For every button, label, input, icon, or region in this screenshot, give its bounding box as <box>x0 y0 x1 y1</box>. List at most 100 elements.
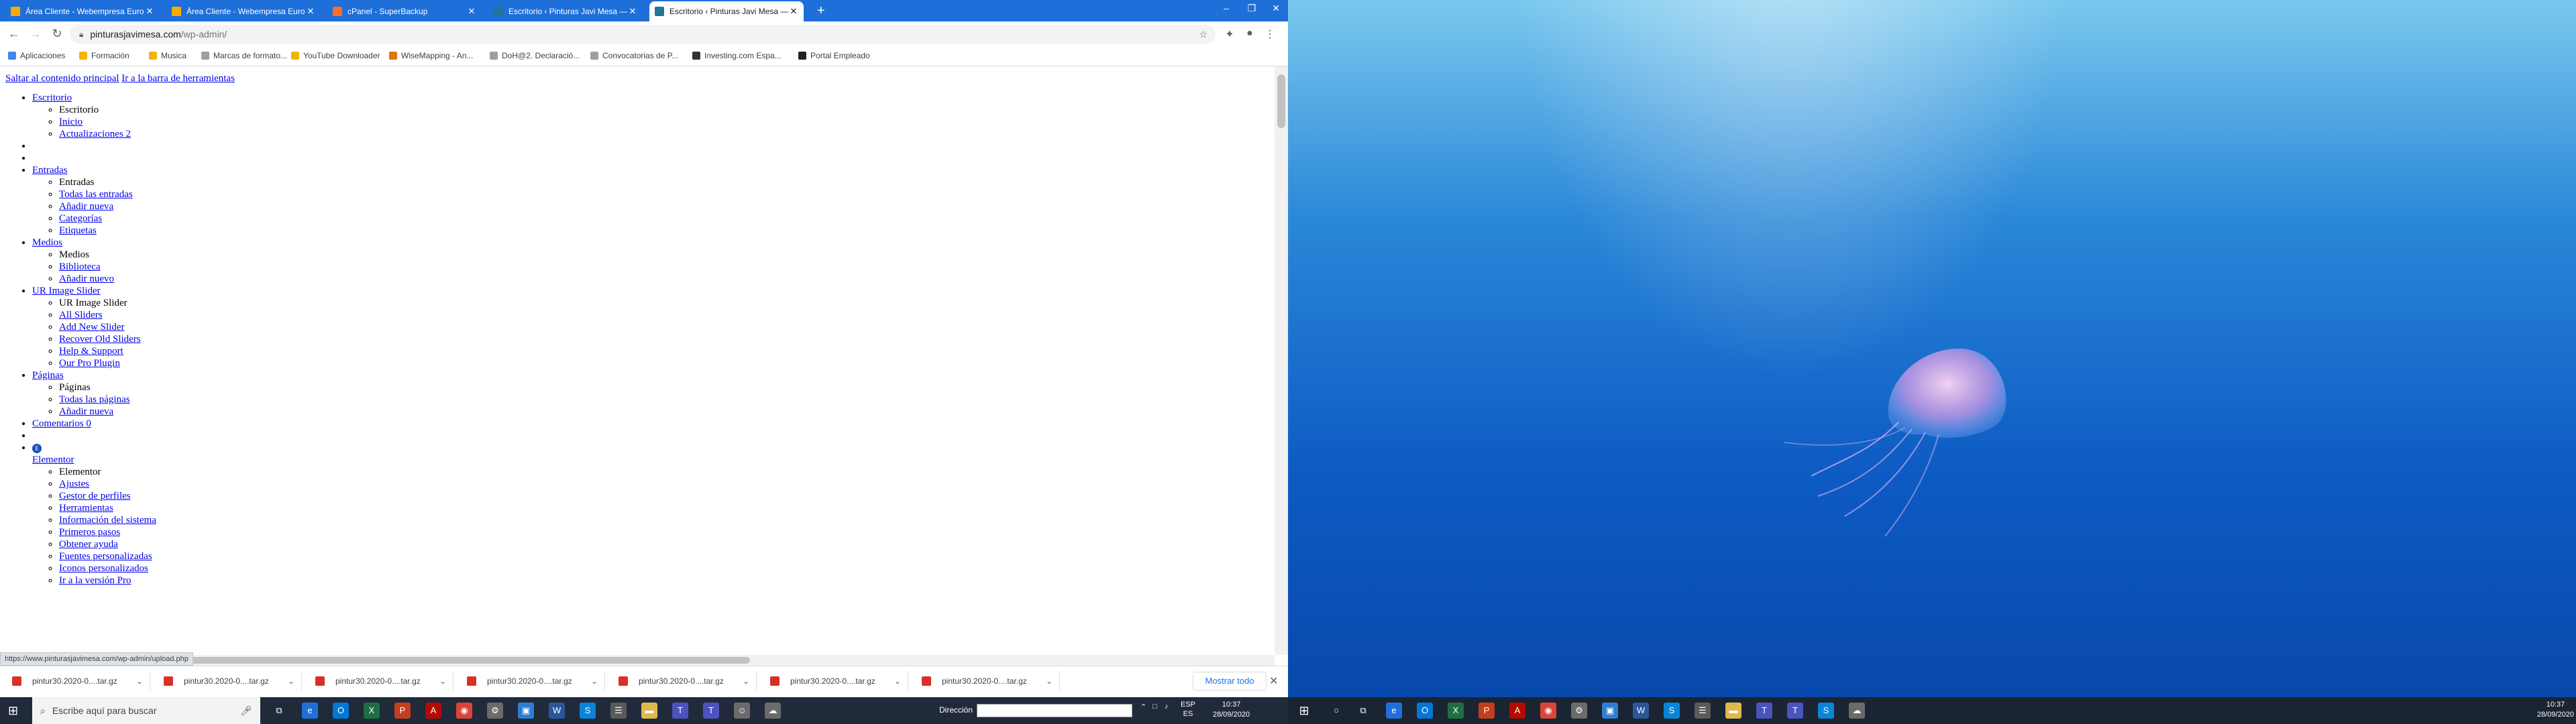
browser-tab[interactable]: Escritorio ‹ Pinturas Javi Mesa — ✕ <box>488 1 643 21</box>
admin-submenu-link[interactable]: Help & Support <box>59 346 123 357</box>
app-icon-1[interactable]: ⚙ <box>487 703 503 719</box>
address-bar[interactable]: 🔒︎ pinturasjavimesa.com/wp-admin/ ☆ <box>70 25 1216 44</box>
close-downloads-bar-icon[interactable]: ✕ <box>1269 674 1278 688</box>
admin-submenu-link[interactable]: Iconos personalizados <box>59 563 148 574</box>
admin-menu-link[interactable]: Comentarios 0 <box>32 418 91 429</box>
admin-submenu-link[interactable]: Categorías <box>59 213 102 224</box>
skype-icon-3[interactable]: S <box>1818 703 1834 719</box>
chevron-down-icon[interactable]: ⌄ <box>1039 676 1059 686</box>
search-icon-2[interactable]: ○ <box>1328 703 1344 719</box>
admin-submenu-link[interactable]: Herramientas <box>59 503 113 514</box>
menu-icon[interactable]: ⋮ <box>1263 27 1277 41</box>
bookmark-item[interactable]: Musica <box>149 51 186 60</box>
chevron-down-icon[interactable]: ⌄ <box>888 676 908 686</box>
excel-icon[interactable]: X <box>364 703 380 719</box>
skype-icon[interactable]: S <box>580 703 596 719</box>
admin-submenu-link[interactable]: Añadir nueva <box>59 406 113 417</box>
microphone-icon[interactable]: 🎤︎ <box>240 705 252 717</box>
browser-tab[interactable]: cPanel - SuperBackup ✕ <box>327 1 482 21</box>
app-icon-7[interactable]: ▣ <box>1602 703 1618 719</box>
teams-icon[interactable]: T <box>672 703 688 719</box>
bookmark-item[interactable]: Aplicaciones <box>8 51 65 60</box>
tray-chevron-icon[interactable]: ⌃ <box>1140 703 1146 711</box>
admin-submenu-link[interactable]: Añadir nueva <box>59 201 113 212</box>
teams-icon-3[interactable]: T <box>1756 703 1772 719</box>
download-item[interactable]: pintur30.2020-0....tar.gz ⌄ <box>609 672 757 690</box>
browser-tab[interactable]: Área Cliente - Webempresa Euro ✕ <box>5 1 160 21</box>
teams-icon-2[interactable]: T <box>703 703 719 719</box>
chevron-down-icon[interactable]: ⌄ <box>584 676 604 686</box>
vertical-scroll-thumb[interactable] <box>1277 74 1285 128</box>
teams-icon-4[interactable]: T <box>1787 703 1803 719</box>
taskbar-search-input[interactable]: ⌕ Escribe aquí para buscar 🎤︎ <box>32 697 260 724</box>
bookmark-item[interactable]: Formación <box>79 51 129 60</box>
admin-menu-link[interactable]: UR Image Slider <box>32 286 101 296</box>
admin-menu-link[interactable]: Escritorio <box>32 93 72 103</box>
download-item[interactable]: pintur30.2020-0....tar.gz ⌄ <box>154 672 302 690</box>
browser-tab[interactable]: Escritorio ‹ Pinturas Javi Mesa — ✕ <box>649 1 804 21</box>
file-explorer-icon-2[interactable]: ▬ <box>1725 703 1741 719</box>
app-icon-4[interactable]: ☺ <box>734 703 750 719</box>
bookmark-item[interactable]: Marcas de formato... <box>201 51 287 60</box>
bookmark-item[interactable]: Investing.com Espa... <box>692 51 782 60</box>
admin-submenu-link[interactable]: Fuentes personalizadas <box>59 551 152 562</box>
app-icon-2[interactable]: ▣ <box>518 703 534 719</box>
tab-close-icon[interactable]: ✕ <box>467 6 476 17</box>
admin-submenu-link[interactable]: Recover Old Sliders <box>59 334 141 345</box>
profile-icon[interactable]: ● <box>1242 27 1257 40</box>
admin-menu-link[interactable]: Páginas <box>32 370 64 381</box>
admin-submenu-link[interactable]: Gestor de perfiles <box>59 491 131 501</box>
bookmark-item[interactable]: YouTube Downloader <box>291 51 380 60</box>
powerpoint-icon[interactable]: P <box>394 703 411 719</box>
excel-icon-2[interactable]: X <box>1448 703 1464 719</box>
admin-submenu-link[interactable]: All Sliders <box>59 310 103 320</box>
taskbar-clock[interactable]: 10:37 28/09/2020 <box>1213 700 1250 720</box>
back-icon[interactable]: ← <box>7 27 21 41</box>
admin-submenu-link[interactable]: Todas las entradas <box>59 189 133 200</box>
admin-submenu-link[interactable]: Biblioteca <box>59 261 101 272</box>
bookmark-star-icon[interactable]: ☆ <box>1199 29 1208 40</box>
bookmark-item[interactable]: Portal Empleado <box>798 51 870 60</box>
task-view-icon-2[interactable]: ⧉ <box>1355 703 1371 719</box>
tab-close-icon[interactable]: ✕ <box>145 6 154 17</box>
tab-close-icon[interactable]: ✕ <box>789 6 798 17</box>
reload-icon[interactable]: ↻ <box>50 27 64 41</box>
tab-close-icon[interactable]: ✕ <box>628 6 637 17</box>
minimize-button[interactable]: – <box>1213 3 1240 13</box>
bookmark-item[interactable]: Convocatorias de P... <box>590 51 678 60</box>
acrobat-icon-2[interactable]: A <box>1509 703 1525 719</box>
vertical-scrollbar[interactable] <box>1275 66 1288 655</box>
address-toolbar-input[interactable] <box>977 704 1132 717</box>
chevron-down-icon[interactable]: ⌄ <box>736 676 756 686</box>
word-icon-2[interactable]: W <box>1633 703 1649 719</box>
skip-to-content-link[interactable]: Saltar al contenido principal <box>5 73 119 84</box>
powerpoint-icon-2[interactable]: P <box>1479 703 1495 719</box>
download-item[interactable]: pintur30.2020-0....tar.gz ⌄ <box>912 672 1060 690</box>
show-all-downloads-button[interactable]: Mostrar todo <box>1193 672 1267 690</box>
windows-start-icon[interactable]: ⊞ <box>8 704 18 718</box>
admin-submenu-link[interactable]: Actualizaciones 2 <box>59 129 131 139</box>
tab-close-icon[interactable]: ✕ <box>306 6 315 17</box>
outlook-icon[interactable]: O <box>333 703 349 719</box>
app-icon-5[interactable]: ☁ <box>765 703 781 719</box>
admin-submenu-link[interactable]: Ir a la versión Pro <box>59 575 131 586</box>
app-icon-8[interactable]: ☰ <box>1695 703 1711 719</box>
forward-icon[interactable]: → <box>28 27 43 41</box>
app-icon-9[interactable]: ☁ <box>1849 703 1865 719</box>
admin-submenu-link[interactable]: Añadir nuevo <box>59 274 114 284</box>
windows-start-icon-2[interactable]: ⊞ <box>1296 703 1312 719</box>
chevron-down-icon[interactable]: ⌄ <box>433 676 453 686</box>
admin-submenu-link[interactable]: Add New Slider <box>59 322 125 333</box>
admin-submenu-link[interactable]: Todas las páginas <box>59 394 130 405</box>
file-explorer-icon[interactable]: ▬ <box>641 703 657 719</box>
close-window-button[interactable]: ✕ <box>1263 3 1289 14</box>
extensions-icon[interactable]: ✦ <box>1222 27 1237 41</box>
bookmark-item[interactable]: DoH@2. Declaració... <box>490 51 580 60</box>
skype-icon-2[interactable]: S <box>1664 703 1680 719</box>
acrobat-icon[interactable]: A <box>425 703 441 719</box>
task-view-icon[interactable]: ⧉ <box>271 703 287 719</box>
taskbar-clock-2[interactable]: 10:37 28/09/2020 <box>2537 700 2574 720</box>
admin-submenu-link[interactable]: Our Pro Plugin <box>59 358 120 369</box>
maximize-button[interactable]: ❐ <box>1238 3 1265 14</box>
browser-tab[interactable]: Área Cliente - Webempresa Euro ✕ <box>166 1 321 21</box>
